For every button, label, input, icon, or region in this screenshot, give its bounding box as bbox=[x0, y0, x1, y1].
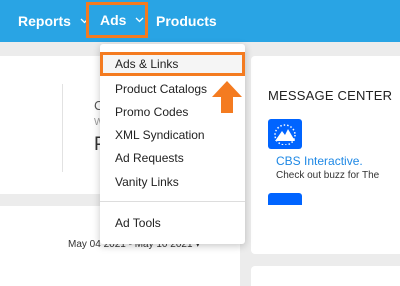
menu-item-xml-syndication[interactable]: XML Syndication bbox=[100, 123, 245, 147]
secondary-card bbox=[251, 266, 400, 286]
message-preview-text: Check out buzz for The bbox=[276, 170, 380, 181]
menu-item-vanity-links[interactable]: Vanity Links bbox=[100, 170, 245, 194]
nav-reports[interactable]: Reports bbox=[18, 0, 89, 42]
message-sender-link[interactable]: CBS Interactive. bbox=[276, 154, 363, 168]
up-arrow-icon bbox=[212, 81, 242, 113]
nav-products[interactable]: Products bbox=[156, 0, 217, 42]
nav-ads[interactable]: Ads bbox=[86, 2, 148, 38]
card-divider bbox=[62, 84, 63, 172]
message-center-title: MESSAGE CENTER bbox=[268, 88, 393, 103]
ads-dropdown-menu: Ads & Links Product Catalogs Promo Codes… bbox=[100, 44, 245, 244]
nav-ads-label: Ads bbox=[100, 12, 127, 28]
menu-item-ad-tools[interactable]: Ad Tools bbox=[100, 211, 245, 235]
menu-item-ads-links[interactable]: Ads & Links bbox=[100, 52, 245, 76]
menu-divider bbox=[100, 201, 245, 202]
nav-products-label: Products bbox=[156, 13, 217, 29]
paramount-logo-icon[interactable] bbox=[268, 119, 302, 149]
chevron-down-icon bbox=[135, 17, 144, 23]
top-navigation-bar: Reports Ads Products bbox=[0, 0, 400, 42]
paramount-logo-icon-secondary[interactable] bbox=[268, 193, 302, 205]
nav-reports-label: Reports bbox=[18, 13, 71, 29]
page: C W P May 04 2021 - May 10 2021 ▾ MESSAG… bbox=[0, 0, 400, 286]
menu-item-ad-requests[interactable]: Ad Requests bbox=[100, 146, 245, 170]
